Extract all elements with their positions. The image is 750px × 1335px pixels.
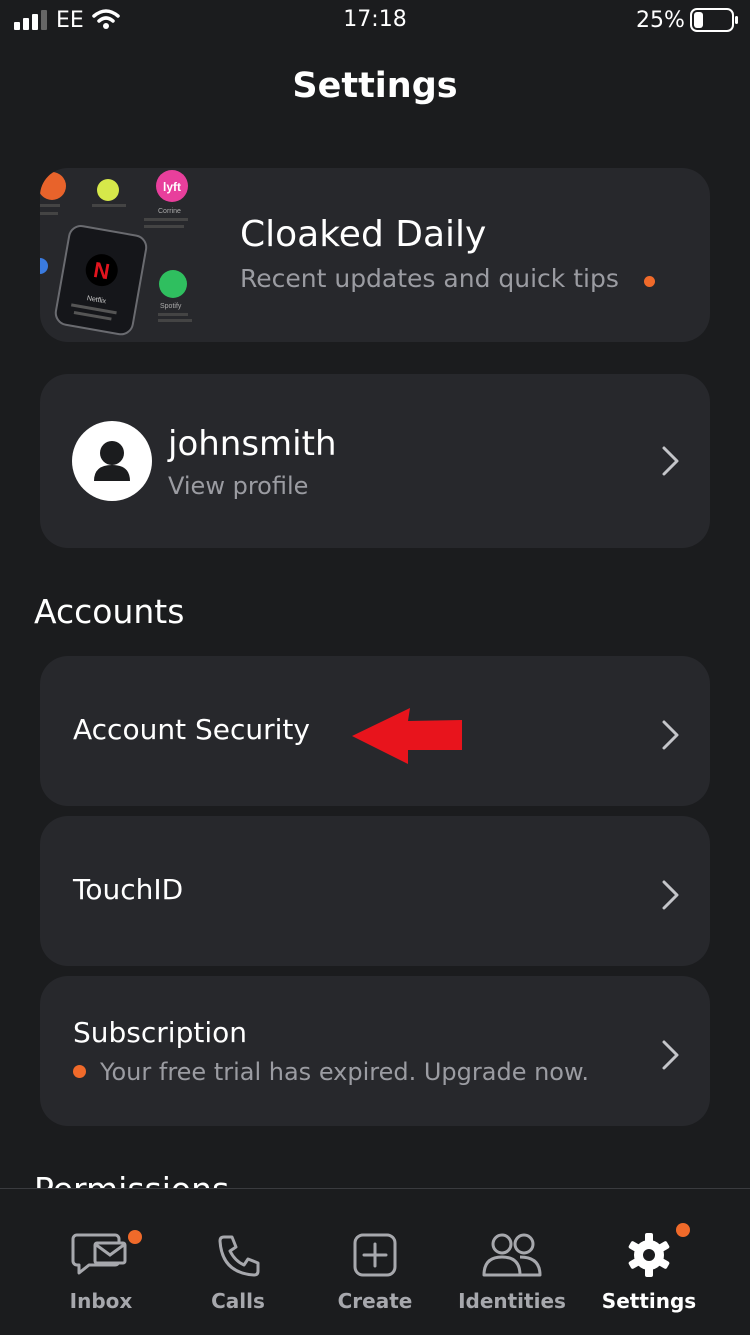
plus-square-icon xyxy=(353,1233,397,1277)
cloaked-daily-card[interactable]: lyft N Netflix Corrine Spotify Cloaked D… xyxy=(40,168,710,342)
tab-label: Inbox xyxy=(69,1289,133,1313)
tab-create[interactable]: Create xyxy=(305,1189,445,1335)
tab-bar: Inbox Calls Create Identities Settings xyxy=(0,1188,750,1335)
inbox-icon xyxy=(71,1233,127,1275)
chevron-right-icon xyxy=(662,720,679,750)
battery-icon xyxy=(690,8,738,32)
chevron-right-icon xyxy=(662,1040,679,1070)
gear-icon xyxy=(628,1233,670,1277)
section-heading-permissions: Permissions xyxy=(34,1170,229,1188)
daily-subtitle: Recent updates and quick tips xyxy=(240,264,619,293)
user-icon xyxy=(94,441,130,481)
inbox-badge xyxy=(128,1230,142,1244)
settings-item-label: Subscription xyxy=(73,1016,247,1049)
tab-settings[interactable]: Settings xyxy=(579,1189,719,1335)
tab-inbox[interactable]: Inbox xyxy=(31,1189,171,1335)
chevron-right-icon xyxy=(662,880,679,910)
subscription-status: Your free trial has expired. Upgrade now… xyxy=(73,1058,589,1086)
unread-dot xyxy=(644,276,655,287)
section-heading-accounts: Accounts xyxy=(34,592,185,631)
daily-title: Cloaked Daily xyxy=(240,214,487,255)
tab-label: Settings xyxy=(601,1289,697,1313)
battery-percent: 25% xyxy=(636,8,685,33)
tab-label: Create xyxy=(337,1289,413,1313)
page-title: Settings xyxy=(292,66,458,106)
avatar xyxy=(72,421,152,501)
phone-icon xyxy=(218,1235,260,1277)
status-bar: EE 17:18 25% xyxy=(0,0,750,40)
profile-username: johnsmith xyxy=(168,424,337,464)
tab-identities[interactable]: Identities xyxy=(442,1189,582,1335)
lyft-logo-text: lyft xyxy=(163,180,181,194)
corrine-label: Corrine xyxy=(158,208,181,215)
tab-calls[interactable]: Calls xyxy=(168,1189,308,1335)
settings-item-touchid[interactable]: TouchID xyxy=(40,816,710,966)
spotify-label: Spotify xyxy=(160,303,182,310)
chevron-right-icon xyxy=(662,446,679,476)
settings-item-label: Account Security xyxy=(73,713,310,746)
tab-label: Identities xyxy=(458,1289,566,1313)
tab-label: Calls xyxy=(211,1289,265,1313)
annotation-arrow-icon xyxy=(352,708,462,764)
profile-card[interactable]: johnsmith View profile xyxy=(40,374,710,548)
subscription-status-text: Your free trial has expired. Upgrade now… xyxy=(100,1058,590,1086)
settings-item-subscription[interactable]: Subscription Your free trial has expired… xyxy=(40,976,710,1126)
people-icon xyxy=(482,1233,542,1277)
daily-illustration: lyft N Netflix Corrine Spotify xyxy=(40,170,192,336)
settings-item-label: TouchID xyxy=(73,873,184,906)
warning-dot xyxy=(73,1064,86,1078)
view-profile-link[interactable]: View profile xyxy=(168,472,308,500)
settings-badge xyxy=(676,1223,690,1237)
